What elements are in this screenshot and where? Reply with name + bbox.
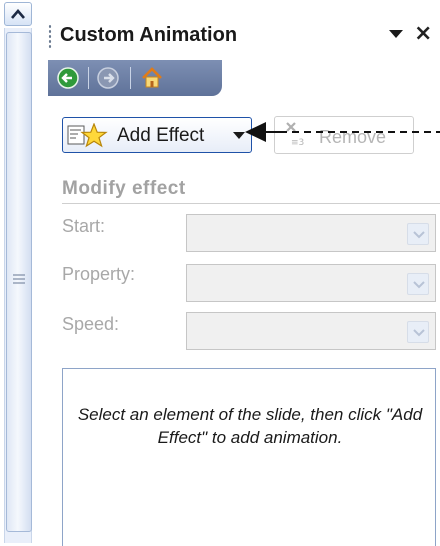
pane-navigation-bar [48,60,222,96]
nav-separator [88,67,89,89]
add-effect-button[interactable]: Add Effect [62,117,252,153]
pane-title: Custom Animation [60,24,238,46]
empty-list-message: Select an element of the slide, then cli… [77,405,423,447]
chevron-down-icon [413,281,425,289]
pane-menu-dropdown-icon[interactable] [388,29,404,39]
scroll-up-button[interactable] [4,2,32,26]
property-select[interactable] [186,264,436,302]
chevron-up-icon [11,9,25,19]
divider [62,203,440,204]
start-dropdown-button[interactable] [407,223,429,245]
property-label: Property: [62,264,136,284]
property-dropdown-button[interactable] [407,273,429,295]
forward-arrow-icon[interactable] [96,66,120,90]
star-effect-icon [67,123,108,148]
speed-select[interactable] [186,312,436,350]
back-arrow-icon[interactable] [56,66,80,90]
start-select[interactable] [186,214,436,252]
animation-list[interactable]: Select an element of the slide, then cli… [62,368,436,546]
custom-animation-pane: Custom Animation × Add Effect ≡3 Remove … [42,0,440,546]
callout-arrow [245,122,440,142]
vertical-scrollbar[interactable] [0,0,42,546]
home-icon[interactable] [140,66,164,90]
start-label: Start: [62,216,106,236]
scroll-grip-icon [13,274,25,284]
pane-grip[interactable] [48,24,52,50]
nav-separator [130,67,131,89]
chevron-down-icon [413,329,425,337]
speed-label: Speed: [62,314,120,334]
close-icon[interactable]: × [414,20,432,48]
modify-effect-heading: Modify effect [62,178,186,199]
speed-dropdown-button[interactable] [407,321,429,343]
chevron-down-icon [413,231,425,239]
add-effect-label: Add Effect [117,125,205,146]
